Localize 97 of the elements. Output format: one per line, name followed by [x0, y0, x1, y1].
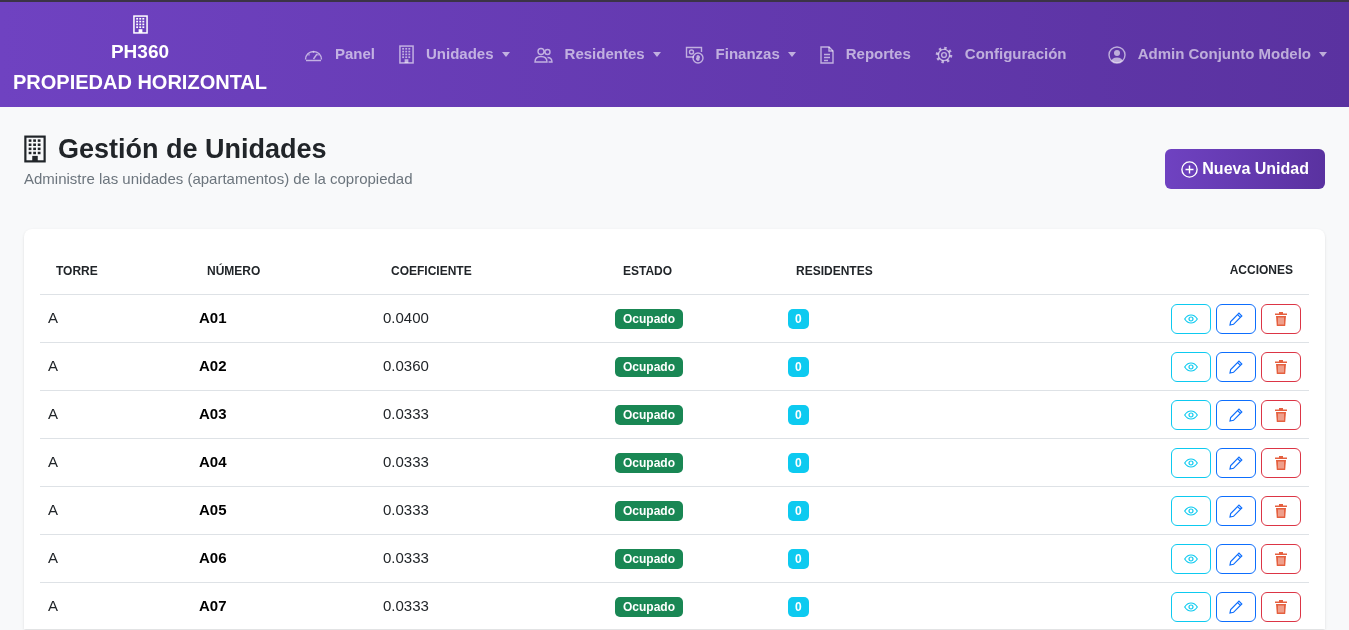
table-cell: A04: [199, 453, 227, 471]
table-cell: 0.0333: [383, 453, 429, 471]
plus-circle-icon: [1181, 160, 1199, 178]
cash-coin-icon: [684, 45, 704, 64]
column-header: RESIDENTES: [796, 263, 873, 278]
table-cell: A03: [199, 405, 227, 423]
building-icon: [132, 14, 148, 34]
count-badge: 0: [788, 597, 809, 618]
gear-icon: [934, 45, 953, 64]
trash-icon: [1275, 551, 1287, 566]
nav-link[interactable]: Reportes: [807, 43, 923, 66]
column-header: TORRE: [56, 263, 98, 278]
table-cell: 0.0333: [383, 501, 429, 519]
eye-icon: [1184, 409, 1198, 420]
table-cell: 0.0333: [383, 549, 429, 567]
user-menu[interactable]: Admin Conjunto Modelo: [1107, 43, 1327, 66]
eye-icon: [1184, 601, 1198, 612]
edit-button[interactable]: [1216, 303, 1256, 334]
eye-icon: [1184, 361, 1198, 372]
edit-button[interactable]: [1216, 399, 1256, 430]
building-icon: [399, 45, 415, 64]
table-cell: A: [48, 597, 58, 615]
pencil-icon: [1229, 503, 1243, 518]
pencil-icon: [1229, 311, 1243, 326]
delete-button[interactable]: [1261, 303, 1301, 334]
brand-subtitle[interactable]: PROPIEDAD HORIZONTAL: [12, 66, 268, 97]
pencil-icon: [1229, 551, 1243, 566]
table-cell: A: [48, 453, 58, 471]
eye-icon: [1184, 553, 1198, 564]
table-cell: A: [48, 501, 58, 519]
table-cell: A07: [199, 597, 227, 615]
delete-button[interactable]: [1261, 543, 1301, 574]
nav-link[interactable]: Unidades: [387, 43, 522, 66]
count-badge: 0: [788, 549, 809, 570]
count-badge: 0: [788, 453, 809, 474]
people-icon: [533, 46, 553, 63]
delete-button[interactable]: [1261, 399, 1301, 430]
status-badge: Ocupado: [615, 453, 683, 474]
nav-link[interactable]: Finanzas: [672, 43, 808, 66]
delete-button[interactable]: [1261, 591, 1301, 622]
table-cell: 0.0333: [383, 405, 429, 423]
column-header: ACCIONES: [1229, 261, 1293, 279]
edit-button[interactable]: [1216, 351, 1256, 382]
status-badge: Ocupado: [615, 597, 683, 618]
eye-icon: [1184, 313, 1198, 324]
pencil-icon: [1229, 407, 1243, 422]
nav-link[interactable]: Residentes: [521, 43, 673, 66]
eye-icon: [1184, 505, 1198, 516]
table-cell: A: [48, 309, 58, 327]
pencil-icon: [1229, 359, 1243, 374]
count-badge: 0: [788, 405, 809, 426]
table-cell: 0.0400: [383, 309, 429, 327]
count-badge: 0: [788, 357, 809, 378]
delete-button[interactable]: [1261, 495, 1301, 526]
trash-icon: [1275, 455, 1287, 470]
table-cell: 0.0333: [383, 597, 429, 615]
trash-icon: [1275, 503, 1287, 518]
trash-icon: [1275, 407, 1287, 422]
status-badge: Ocupado: [615, 309, 683, 330]
eye-icon: [1184, 457, 1198, 468]
page-subtitle: Administre las unidades (apartamentos) de la copropiedad: [24, 169, 413, 189]
table-cell: A: [48, 549, 58, 567]
pencil-icon: [1229, 455, 1243, 470]
pencil-icon: [1229, 599, 1243, 614]
trash-icon: [1275, 359, 1287, 374]
table-cell: A01: [199, 309, 227, 327]
column-header: ESTADO: [623, 263, 673, 278]
status-badge: Ocupado: [615, 501, 683, 522]
edit-button[interactable]: [1216, 447, 1256, 478]
count-badge: 0: [788, 309, 809, 330]
trash-icon: [1275, 311, 1287, 326]
status-badge: Ocupado: [615, 357, 683, 378]
edit-button[interactable]: [1216, 543, 1256, 574]
table-cell: A05: [199, 501, 227, 519]
brand-name[interactable]: PH360: [110, 36, 170, 67]
edit-button[interactable]: [1216, 591, 1256, 622]
person-circle-icon: [1107, 45, 1126, 64]
count-badge: 0: [788, 501, 809, 522]
delete-button[interactable]: [1261, 351, 1301, 382]
table-cell: A: [48, 405, 58, 423]
table-cell: 0.0360: [383, 357, 429, 375]
nav-link[interactable]: Configuración: [922, 43, 1079, 66]
column-header: COEFICIENTE: [391, 263, 472, 278]
new-unit-button[interactable]: Nueva Unidad: [1165, 149, 1325, 189]
document-icon: [819, 45, 834, 64]
edit-button[interactable]: [1216, 495, 1256, 526]
building-icon: [24, 135, 46, 163]
column-header: NÚMERO: [207, 263, 261, 278]
delete-button[interactable]: [1261, 447, 1301, 478]
status-badge: Ocupado: [615, 405, 683, 426]
table-cell: A02: [199, 357, 227, 375]
table-cell: A: [48, 357, 58, 375]
status-badge: Ocupado: [615, 549, 683, 570]
trash-icon: [1275, 599, 1287, 614]
page-title: Gestión de Unidades: [58, 133, 327, 166]
table-cell: A06: [199, 549, 227, 567]
nav-link[interactable]: Panel: [292, 43, 388, 66]
